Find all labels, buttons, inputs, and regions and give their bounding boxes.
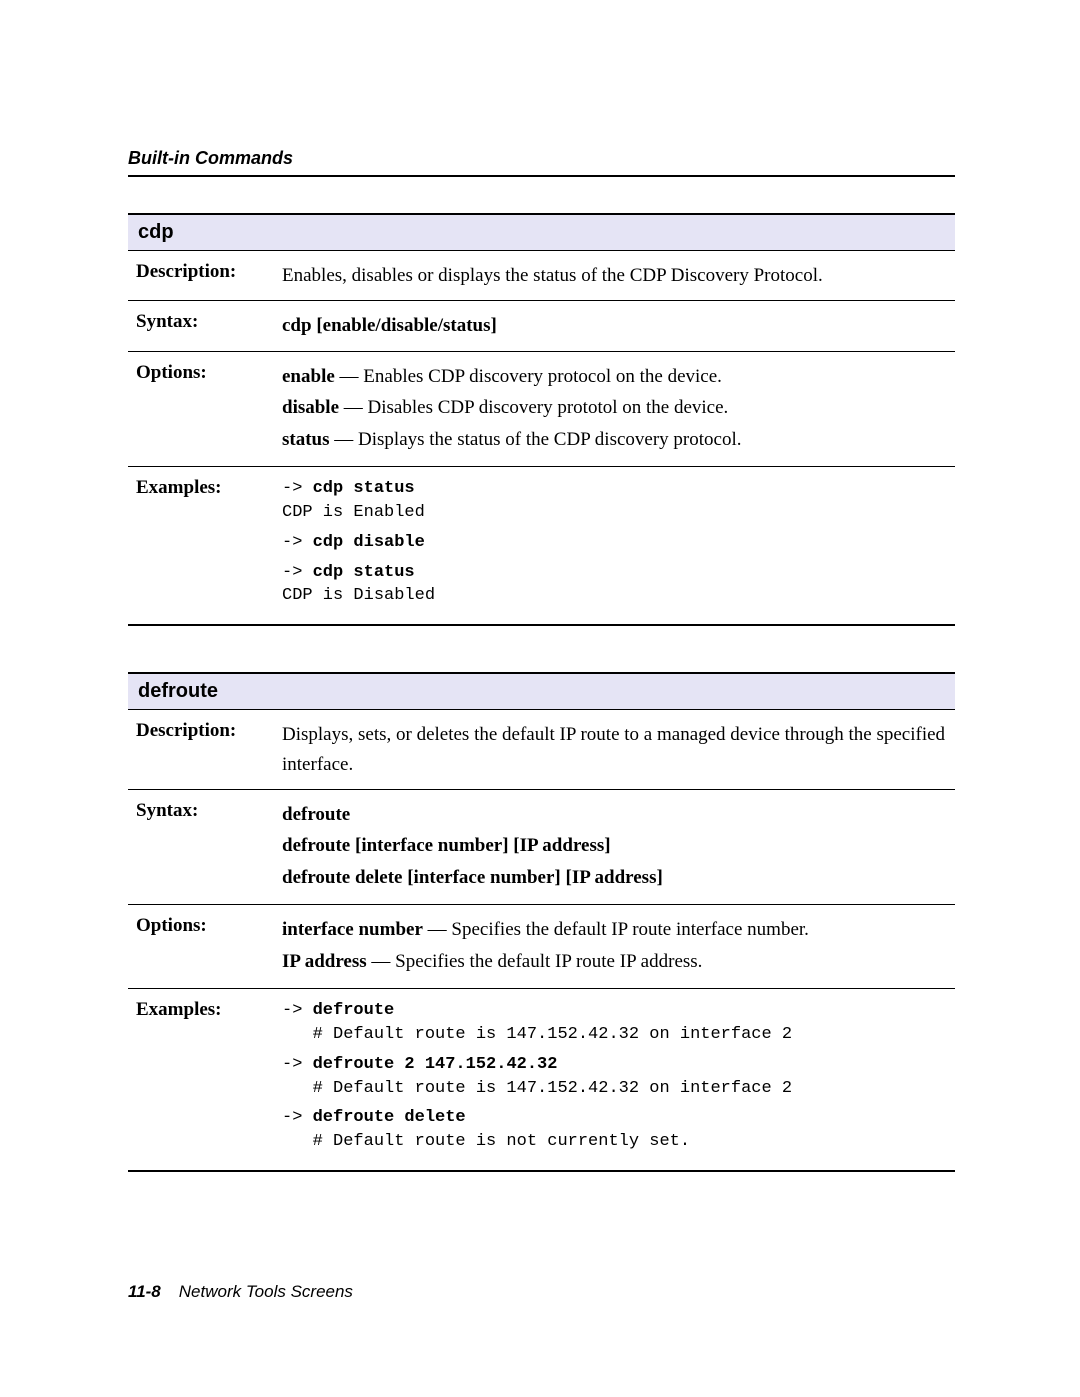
cdp-options: enable — Enables CDP discovery protocol … — [274, 351, 955, 466]
example-cmd: cdp status — [313, 479, 415, 498]
cdp-title: cdp — [128, 214, 955, 251]
option-desc: — Specifies the default IP route interfa… — [423, 919, 809, 940]
example-out: CDP is Disabled — [282, 584, 947, 608]
prompt: -> — [282, 563, 313, 582]
footer-title: Network Tools Screens — [179, 1282, 353, 1301]
section-header: Built-in Commands — [128, 148, 955, 177]
example-out: # Default route is not currently set. — [282, 1130, 947, 1154]
defroute-title-row: defroute — [128, 673, 955, 710]
options-label: Options: — [128, 351, 274, 466]
cdp-title-row: cdp — [128, 214, 955, 251]
cdp-examples: -> cdp status CDP is Enabled -> cdp disa… — [274, 467, 955, 625]
examples-label: Examples: — [128, 467, 274, 625]
defroute-options: interface number — Specifies the default… — [274, 905, 955, 989]
option-term: interface number — [282, 919, 423, 940]
option-desc: — Disables CDP discovery prototol on the… — [339, 397, 728, 418]
page-number: 11-8 — [128, 1282, 161, 1301]
cdp-description-row: Description: Enables, disables or displa… — [128, 251, 955, 301]
page-footer: 11-8 Network Tools Screens — [128, 1282, 353, 1302]
example-out: # Default route is 147.152.42.32 on inte… — [282, 1077, 947, 1101]
prompt: -> — [282, 1001, 313, 1020]
option-term: disable — [282, 397, 339, 418]
prompt: -> — [282, 1108, 313, 1127]
option-desc: — Enables CDP discovery protocol on the … — [335, 366, 722, 387]
defroute-title: defroute — [128, 673, 955, 710]
defroute-syntax-row: Syntax: defroute defroute [interface num… — [128, 790, 955, 905]
description-label: Description: — [128, 251, 274, 301]
option-term: enable — [282, 366, 335, 387]
options-label: Options: — [128, 905, 274, 989]
prompt: -> — [282, 479, 313, 498]
defroute-table: defroute Description: Displays, sets, or… — [128, 672, 955, 1172]
example-cmd: defroute delete — [313, 1108, 466, 1127]
prompt: -> — [282, 1055, 313, 1074]
example-cmd: defroute 2 147.152.42.32 — [313, 1055, 558, 1074]
example-out: # Default route is 147.152.42.32 on inte… — [282, 1023, 947, 1047]
defroute-options-row: Options: interface number — Specifies th… — [128, 905, 955, 989]
examples-label: Examples: — [128, 989, 274, 1171]
option-term: IP address — [282, 951, 367, 972]
syntax-label: Syntax: — [128, 790, 274, 905]
cdp-table: cdp Description: Enables, disables or di… — [128, 213, 955, 626]
prompt: -> — [282, 533, 313, 552]
example-cmd: cdp status — [313, 563, 415, 582]
defroute-syntax: defroute defroute [interface number] [IP… — [274, 790, 955, 905]
option-desc: — Specifies the default IP route IP addr… — [367, 951, 703, 972]
example-out: CDP is Enabled — [282, 501, 947, 525]
example-cmd: cdp disable — [313, 533, 425, 552]
example-cmd: defroute — [313, 1001, 395, 1020]
defroute-description: Displays, sets, or deletes the default I… — [274, 710, 955, 790]
cdp-description: Enables, disables or displays the status… — [274, 251, 955, 301]
cdp-syntax: cdp [enable/disable/status] — [274, 301, 955, 351]
cdp-options-row: Options: enable — Enables CDP discovery … — [128, 351, 955, 466]
syntax-line: defroute [interface number] [IP address] — [282, 831, 947, 860]
syntax-label: Syntax: — [128, 301, 274, 351]
cdp-examples-row: Examples: -> cdp status CDP is Enabled -… — [128, 467, 955, 625]
description-label: Description: — [128, 710, 274, 790]
syntax-line: defroute — [282, 800, 947, 829]
defroute-examples: -> defroute # Default route is 147.152.4… — [274, 989, 955, 1171]
option-desc: — Displays the status of the CDP discove… — [330, 429, 742, 450]
option-term: status — [282, 429, 330, 450]
syntax-line: defroute delete [interface number] [IP a… — [282, 863, 947, 892]
defroute-description-row: Description: Displays, sets, or deletes … — [128, 710, 955, 790]
cdp-syntax-row: Syntax: cdp [enable/disable/status] — [128, 301, 955, 351]
defroute-examples-row: Examples: -> defroute # Default route is… — [128, 989, 955, 1171]
